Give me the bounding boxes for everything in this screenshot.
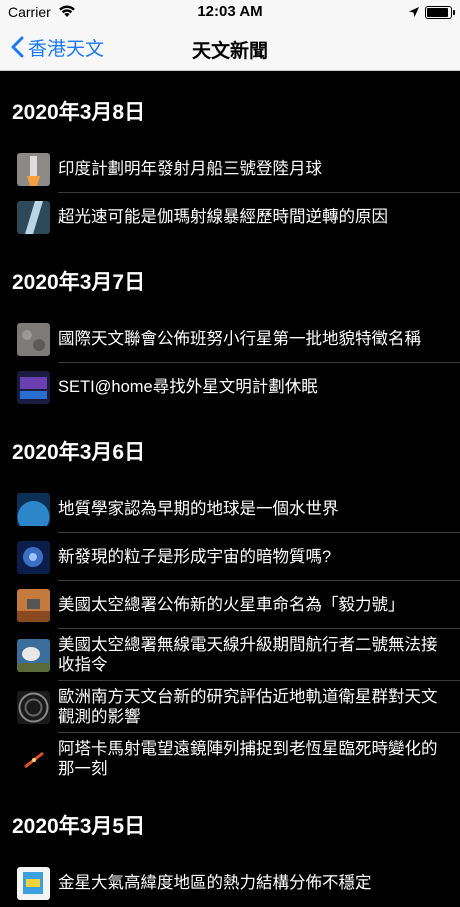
location-arrow-icon (408, 5, 420, 23)
radio-antenna-thumbnail (17, 638, 50, 672)
satellite-trails-thumbnail (17, 690, 50, 724)
dark-matter-thumbnail (17, 540, 50, 574)
news-title: 阿塔卡馬射電望遠鏡陣列捕捉到老恆星臨死時變化的那一刻 (58, 740, 438, 778)
battery-icon (425, 6, 455, 19)
news-title: 新發現的粒子是形成宇宙的暗物質嗎? (58, 548, 332, 566)
navigation-bar: 香港天文 天文新聞 (0, 24, 460, 71)
news-row[interactable]: 印度計劃明年發射月船三號登陸月球 (0, 145, 460, 193)
news-title: 地質學家認為早期的地球是一個水世界 (58, 500, 339, 518)
venus-thermal-map-thumbnail (17, 866, 50, 900)
section-header: 2020年3月8日 (0, 71, 460, 145)
news-title: 歐洲南方天文台新的研究評估近地軌道衛星群對天文觀測的影響 (58, 688, 438, 726)
section-header: 2020年3月5日 (0, 785, 460, 859)
asteroid-surface-thumbnail (17, 322, 50, 356)
news-title: 金星大氣高緯度地區的熱力結構分佈不穩定 (58, 874, 372, 892)
news-row[interactable]: 美國太空總署公佈新的火星車命名為「毅力號」 (0, 581, 460, 629)
news-row[interactable]: 美國太空總署無線電天線升級期間航行者二號無法接收指令 (0, 629, 460, 681)
news-title: SETI@home尋找外星文明計劃休眠 (58, 378, 318, 396)
section-date: 2020年3月8日 (12, 101, 146, 124)
news-row[interactable]: 阿塔卡馬射電望遠鏡陣列捕捉到老恆星臨死時變化的那一刻 (0, 733, 460, 785)
news-title: 國際天文聯會公佈班努小行星第一批地貌特徵名稱 (58, 330, 421, 348)
status-bar: Carrier 12:03 AM (0, 0, 460, 24)
section-date: 2020年3月6日 (12, 441, 146, 464)
news-list[interactable]: 2020年3月8日 印度計劃明年發射月船三號登陸月球 超光速可能是伽瑪射線暴經歷… (0, 71, 460, 907)
news-row[interactable]: 歐洲南方天文台新的研究評估近地軌道衛星群對天文觀測的影響 (0, 681, 460, 733)
news-row[interactable]: 金星大氣高緯度地區的熱力結構分佈不穩定 (0, 859, 460, 907)
news-row[interactable]: 地質學家認為早期的地球是一個水世界 (0, 485, 460, 533)
news-row[interactable]: 新發現的粒子是形成宇宙的暗物質嗎? (0, 533, 460, 581)
gamma-ray-burst-thumbnail (17, 200, 50, 234)
news-row[interactable]: 超光速可能是伽瑪射線暴經歷時間逆轉的原因 (0, 193, 460, 241)
news-title: 印度計劃明年發射月船三號登陸月球 (58, 160, 322, 178)
news-row[interactable]: SETI@home尋找外星文明計劃休眠 (0, 363, 460, 411)
news-row[interactable]: 國際天文聯會公佈班努小行星第一批地貌特徵名稱 (0, 315, 460, 363)
news-title: 美國太空總署公佈新的火星車命名為「毅力號」 (58, 596, 405, 614)
rocket-launch-thumbnail (17, 152, 50, 186)
section-header: 2020年3月6日 (0, 411, 460, 485)
news-title: 超光速可能是伽瑪射線暴經歷時間逆轉的原因 (58, 208, 388, 226)
clock: 12:03 AM (197, 3, 263, 20)
ocean-world-thumbnail (17, 492, 50, 526)
mars-rover-thumbnail (17, 588, 50, 622)
dying-star-thumbnail (17, 742, 50, 776)
page-title: 天文新聞 (191, 41, 268, 62)
section-date: 2020年3月7日 (12, 271, 146, 294)
section-date: 2020年3月5日 (12, 815, 146, 838)
news-title: 美國太空總署無線電天線升級期間航行者二號無法接收指令 (58, 636, 438, 674)
seti-screen-thumbnail (17, 370, 50, 404)
section-header: 2020年3月7日 (0, 241, 460, 315)
